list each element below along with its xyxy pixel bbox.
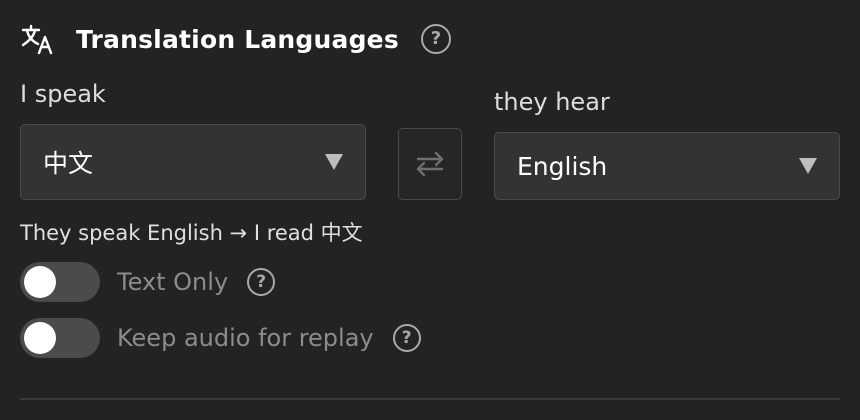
toggle-knob <box>24 322 56 354</box>
they-hear-label: they hear <box>494 88 610 116</box>
translation-languages-panel: Translation Languages ? I speak 中文 they … <box>0 0 860 420</box>
help-icon[interactable]: ? <box>392 324 421 352</box>
text-only-toggle[interactable] <box>20 262 100 302</box>
text-only-label: Text Only <box>117 268 229 296</box>
translation-summary: They speak English → I read 中文 <box>20 221 363 245</box>
translate-icon <box>21 24 53 55</box>
they-hear-select[interactable]: English <box>494 132 840 200</box>
swap-languages-button[interactable] <box>398 128 462 200</box>
dropdown-arrow-icon <box>799 158 817 174</box>
swap-arrows-icon <box>416 151 444 177</box>
keep-audio-toggle[interactable] <box>20 318 100 358</box>
help-icon[interactable]: ? <box>247 268 276 296</box>
i-speak-label: I speak <box>20 80 106 108</box>
section-title: Translation Languages <box>76 24 399 54</box>
keep-audio-label: Keep audio for replay <box>117 324 374 352</box>
i-speak-select[interactable]: 中文 <box>20 124 366 200</box>
keep-audio-row: Keep audio for replay ? <box>20 318 421 358</box>
divider <box>20 398 840 400</box>
dropdown-arrow-icon <box>325 154 343 170</box>
section-header: Translation Languages ? <box>20 18 451 60</box>
i-speak-selected-value: 中文 <box>43 149 94 178</box>
toggle-knob <box>24 266 56 298</box>
help-icon[interactable]: ? <box>420 24 451 54</box>
they-hear-selected-value: English <box>517 151 608 181</box>
text-only-row: Text Only ? <box>20 262 276 302</box>
